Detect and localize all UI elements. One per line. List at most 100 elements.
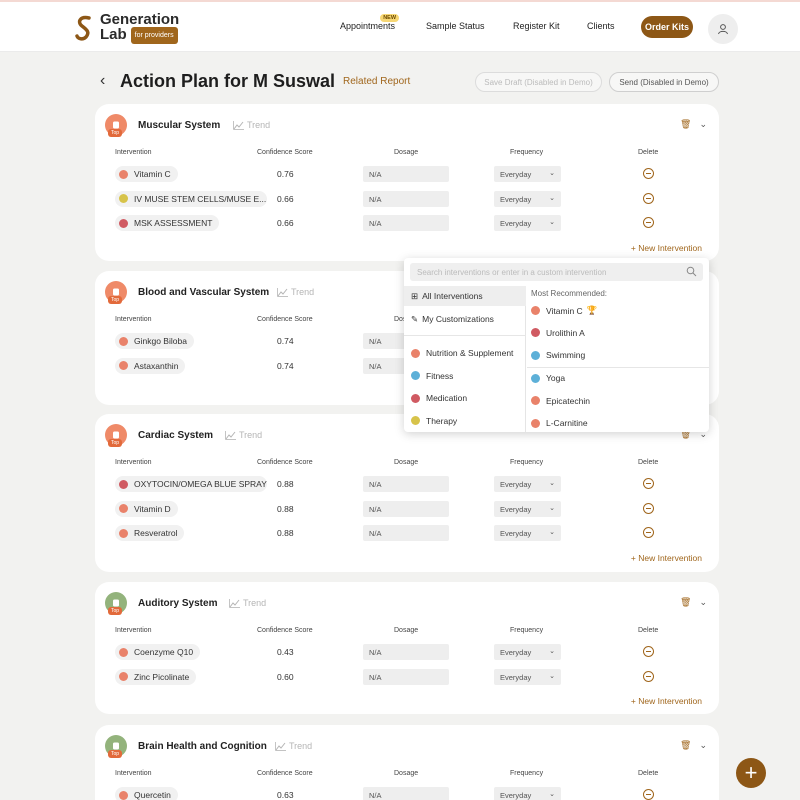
chevron-down-icon[interactable]: ⌄ [699,740,707,750]
delete-circle-icon[interactable] [643,478,654,489]
dosage-input[interactable]: N/A [363,668,449,685]
column-header-frequency: Frequency [510,459,544,466]
category-item[interactable]: Medication [404,388,526,408]
trash-icon[interactable]: 🗑 [680,119,691,129]
divider [404,335,526,336]
dosage-input[interactable]: N/A [363,644,449,660]
nav-register-kit[interactable]: Register Kit [513,21,560,31]
delete-circle-icon[interactable] [643,789,654,800]
frequency-select[interactable]: Everyday⌄ [494,668,561,685]
chevron-down-icon[interactable]: ⌄ [699,119,707,129]
trash-icon[interactable]: 🗑 [680,597,691,607]
dosage-input[interactable]: N/A [363,215,449,231]
delete-circle-icon[interactable] [643,646,654,657]
user-avatar[interactable] [708,14,738,44]
confidence-score: 0.76 [277,169,294,179]
send-button[interactable]: Send (Disabled in Demo) [609,72,719,92]
delete-circle-icon[interactable] [643,192,654,204]
intervention-row: Vitamin D 0.88 N/A Everyday ⌄ [95,500,719,519]
dosage-input[interactable]: N/A [363,476,449,492]
fitness-icon [411,371,420,380]
intervention-item[interactable]: Yoga [531,373,565,383]
supplement-icon [119,361,128,370]
intervention-pill[interactable]: MSK ASSESSMENT [115,215,220,231]
frequency-select[interactable]: Everyday⌄ [494,166,561,182]
frequency-select[interactable]: Everyday⌄ [494,215,561,231]
intervention-item[interactable]: Epicatechin [531,396,590,406]
brand-logo[interactable]: Generation Lab for providers [74,12,179,44]
category-item[interactable]: Fitness [404,366,526,386]
trash-icon[interactable]: 🗑 [680,740,691,750]
trend-link[interactable]: Trend [225,430,262,441]
system-name: Blood and Vascular System [138,287,270,298]
system-card: Top Muscular System Trend 🗑 ⌄ Intervention C… [95,104,719,261]
nav-sample-status[interactable]: Sample Status [426,21,485,31]
new-intervention-button[interactable]: + New Intervention [631,553,702,563]
intervention-pill[interactable]: Vitamin C [115,166,178,182]
intervention-row: Resveratrol 0.88 N/A Everyday ⌄ [95,525,719,543]
back-chevron-icon[interactable]: ‹ [100,72,105,90]
category-all-interventions[interactable]: ⊞ All Interventions [404,286,526,306]
frequency-select[interactable]: Everyday⌄ [494,525,561,541]
new-intervention-button[interactable]: + New Intervention [631,696,702,706]
trend-chart-icon [229,599,240,609]
frequency-select[interactable]: Everyday⌄ [494,476,561,492]
column-header-confidence: Confidence Score [257,627,313,634]
intervention-item[interactable]: L-Carnitine [531,418,588,428]
intervention-pill[interactable]: Vitamin D [115,500,178,517]
related-report-link[interactable]: Related Report [343,76,410,87]
chevron-down-icon: ⌄ [549,672,555,680]
brand-name: Generation Lab for providers [100,11,180,44]
delete-circle-icon[interactable] [643,502,654,514]
intervention-pill[interactable]: Coenzyme Q10 [115,644,201,660]
frequency-select[interactable]: Everyday⌄ [494,787,561,800]
recommended-list: Most Recommended: Vitamin C 🏆 Urolithin A… [527,286,709,432]
confidence-score: 0.74 [277,360,294,371]
trend-link[interactable]: Trend [275,741,312,752]
recommended-item[interactable]: Urolithin A [531,328,585,338]
dosage-input[interactable]: N/A [363,525,449,541]
user-icon [718,24,728,35]
intervention-pill[interactable]: Quercetin [115,787,178,800]
trend-link[interactable]: Trend [277,287,314,298]
fitness-icon [531,350,540,360]
dosage-input[interactable]: N/A [363,166,449,182]
delete-circle-icon[interactable] [643,527,654,538]
frequency-select[interactable]: Everyday⌄ [494,190,561,207]
most-recommended-label: Most Recommended: [531,289,608,298]
trend-link[interactable]: Trend [229,598,266,609]
category-my-customizations[interactable]: ✎ My Customizations [404,309,526,329]
top-tag: Top [108,607,123,615]
intervention-pill[interactable]: Zinc Picolinate [115,668,197,685]
trend-link[interactable]: Trend [233,120,270,131]
intervention-search-input[interactable]: Search interventions or enter in a custo… [410,263,703,281]
recommended-item[interactable]: Swimming [531,350,585,360]
recommended-item[interactable]: Vitamin C 🏆 [531,305,597,316]
save-draft-button[interactable]: Save Draft (Disabled in Demo) [475,72,602,92]
add-floating-button[interactable]: + [736,758,766,788]
new-intervention-button[interactable]: + New Intervention [631,243,702,253]
order-kits-button[interactable]: Order Kits [641,16,693,38]
intervention-pill[interactable]: IV MUSE STEM CELLS/MUSE E... [115,190,267,207]
intervention-pill[interactable]: Astaxanthin [115,357,186,374]
system-name: Auditory System [138,598,218,609]
intervention-pill[interactable]: Resveratrol [115,525,185,541]
page-header: ‹ Action Plan for M Suswal Related Repor… [100,70,720,96]
dosage-input[interactable]: N/A [363,500,449,517]
frequency-select[interactable]: Everyday⌄ [494,644,561,660]
column-header-delete: Delete [638,770,659,777]
dosage-input[interactable]: N/A [363,190,449,207]
delete-circle-icon[interactable] [643,217,654,228]
delete-circle-icon[interactable] [643,670,654,682]
chevron-down-icon: ⌄ [549,194,555,202]
frequency-select[interactable]: Everyday⌄ [494,500,561,517]
dosage-input[interactable]: N/A [363,787,449,800]
nav-clients[interactable]: Clients [587,21,615,31]
intervention-pill[interactable]: OXYTOCIN/OMEGA BLUE SPRAY [115,476,267,492]
category-item[interactable]: Therapy [404,411,526,431]
category-item[interactable]: Nutrition & Supplement [404,343,526,363]
delete-circle-icon[interactable] [643,168,654,179]
intervention-pill[interactable]: Ginkgo Biloba [115,333,194,349]
chevron-down-icon[interactable]: ⌄ [699,597,707,607]
nav-appointments[interactable]: Appointments NEW [340,14,400,31]
